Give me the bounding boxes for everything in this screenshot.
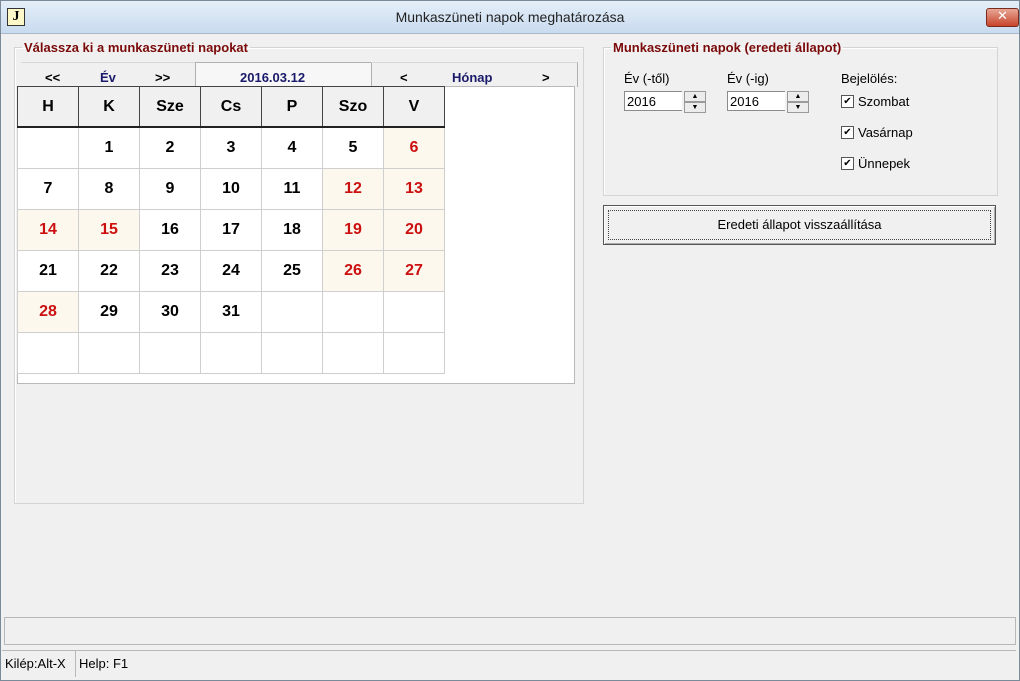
close-button[interactable]: ✕ bbox=[986, 8, 1019, 27]
saturday-check-icon[interactable]: ✔ bbox=[841, 95, 854, 108]
calendar-day-cell[interactable]: 22 bbox=[78, 250, 140, 292]
calendar-day-cell[interactable]: 3 bbox=[200, 126, 262, 169]
calendar-day-cell[interactable]: 7 bbox=[17, 168, 79, 210]
help-shortcut: Help: F1 bbox=[79, 656, 129, 671]
weekday-header: Sze bbox=[139, 86, 201, 128]
calendar-week: 7 8 9 10 11 12 13 bbox=[17, 168, 445, 210]
holidays-label: Ünnepek bbox=[858, 156, 911, 171]
calendar-week: 123456 bbox=[17, 126, 445, 169]
calendar-day-cell[interactable]: 26 bbox=[322, 250, 384, 292]
calendar-day-cell[interactable]: 8 bbox=[78, 168, 140, 210]
calendar-day-cell[interactable]: 27 bbox=[383, 250, 445, 292]
calendar-day-cell[interactable]: 14 bbox=[17, 209, 79, 251]
calendar-day-cell[interactable] bbox=[383, 291, 445, 333]
calendar-day-cell[interactable]: 23 bbox=[139, 250, 201, 292]
calendar-week: 14 15 16 17 18 19 20 bbox=[17, 209, 445, 251]
calendar-day-cell[interactable]: 2 bbox=[139, 126, 201, 169]
calendar-day-cell[interactable]: 4 bbox=[261, 126, 323, 169]
original-state-panel: Munkaszüneti napok (eredeti állapot) bbox=[603, 40, 998, 196]
message-bar bbox=[4, 617, 1016, 645]
marking-label: Bejelölés: bbox=[841, 71, 898, 86]
year-to-down-icon[interactable]: ▼ bbox=[787, 102, 809, 113]
year-from-down-icon[interactable]: ▼ bbox=[684, 102, 706, 113]
calendar-day-cell[interactable]: 24 bbox=[200, 250, 262, 292]
year-to-spinner: ▲ ▼ bbox=[727, 91, 811, 113]
sunday-label: Vasárnap bbox=[858, 125, 913, 140]
calendar-day-cell[interactable]: 9 bbox=[139, 168, 201, 210]
original-state-legend: Munkaszüneti napok (eredeti állapot) bbox=[613, 40, 842, 55]
weekday-header: Szo bbox=[322, 86, 384, 128]
calendar-panel-legend: Válassza ki a munkaszüneti napokat bbox=[24, 40, 248, 55]
calendar-week bbox=[17, 332, 445, 374]
sunday-check-icon[interactable]: ✔ bbox=[841, 126, 854, 139]
calendar-day-cell[interactable]: 12 bbox=[322, 168, 384, 210]
calendar-week: 28 29 30 31 bbox=[17, 291, 445, 333]
exit-shortcut: Kilép:Alt-X bbox=[5, 656, 66, 671]
calendar-day-cell[interactable]: 5 bbox=[322, 126, 384, 169]
calendar-day-cell[interactable]: 17 bbox=[200, 209, 262, 251]
calendar-day-cell[interactable]: 30 bbox=[139, 291, 201, 333]
year-nav-label: Év bbox=[100, 70, 116, 85]
calendar-grid: H K Sze Cs P Szo V 1 2 3 4 5 6 7 8 9 10 11 12 13 14 15 16 17 18… bbox=[17, 86, 445, 374]
calendar-day-cell[interactable]: 11 bbox=[261, 168, 323, 210]
calendar-day-cell[interactable] bbox=[322, 332, 384, 374]
calendar-week: 21 22 23 24 25 26 27 bbox=[17, 250, 445, 292]
calendar-day-cell[interactable] bbox=[261, 291, 323, 333]
year-to-input[interactable] bbox=[727, 91, 785, 111]
calendar-day-cell[interactable] bbox=[78, 332, 140, 374]
calendar-day-cell[interactable]: 21 bbox=[17, 250, 79, 292]
weekday-header: P bbox=[261, 86, 323, 128]
month-nav-label: Hónap bbox=[452, 70, 493, 85]
weekday-header: K bbox=[78, 86, 140, 128]
calendar-day-cell[interactable]: 20 bbox=[383, 209, 445, 251]
title-bar[interactable]: J Munkaszüneti napok meghatározása ✕ bbox=[1, 1, 1019, 34]
year-from-up-icon[interactable]: ▲ bbox=[684, 91, 706, 102]
year-from-input[interactable] bbox=[624, 91, 682, 111]
weekday-header: V bbox=[383, 86, 445, 128]
calendar-day-cell[interactable]: 31 bbox=[200, 291, 262, 333]
calendar-day-cell[interactable]: 28 bbox=[17, 291, 79, 333]
weekday-header: Cs bbox=[200, 86, 262, 128]
current-date: 2016.03.12 bbox=[240, 70, 306, 85]
calendar-day-cell[interactable] bbox=[17, 126, 79, 169]
calendar-day-cell[interactable] bbox=[17, 332, 79, 374]
calendar-day-cell[interactable]: 13 bbox=[383, 168, 445, 210]
weekday-header: H bbox=[17, 86, 79, 128]
status-bar: Kilép:Alt-X Help: F1 bbox=[2, 650, 1016, 677]
current-date-tab: 2016.03.12 bbox=[195, 62, 372, 87]
calendar-day-cell[interactable]: 15 bbox=[78, 209, 140, 251]
restore-original-button[interactable]: Eredeti állapot visszaállítása bbox=[603, 205, 996, 245]
year-to-label: Év (-ig) bbox=[727, 71, 769, 86]
saturday-label: Szombat bbox=[858, 94, 910, 109]
year-from-label: Év (-től) bbox=[624, 71, 670, 86]
calendar-day-cell[interactable]: 16 bbox=[139, 209, 201, 251]
calendar-day-cell[interactable] bbox=[383, 332, 445, 374]
holidays-check-icon[interactable]: ✔ bbox=[841, 157, 854, 170]
calendar-day-cell[interactable]: 18 bbox=[261, 209, 323, 251]
calendar-day-cell[interactable]: 19 bbox=[322, 209, 384, 251]
window-title: Munkaszüneti napok meghatározása bbox=[395, 9, 625, 25]
calendar-day-cell[interactable] bbox=[139, 332, 201, 374]
year-from-spinner: ▲ ▼ bbox=[624, 91, 708, 113]
next-month-button[interactable]: > bbox=[542, 70, 550, 85]
prev-year-button[interactable]: << bbox=[45, 70, 60, 85]
calendar-day-cell[interactable] bbox=[322, 291, 384, 333]
calendar-day-cell[interactable]: 1 bbox=[78, 126, 140, 169]
calendar-day-cell[interactable] bbox=[261, 332, 323, 374]
calendar-day-cell[interactable] bbox=[200, 332, 262, 374]
calendar-day-cell[interactable]: 25 bbox=[261, 250, 323, 292]
calendar-day-cell[interactable]: 29 bbox=[78, 291, 140, 333]
next-year-button[interactable]: >> bbox=[155, 70, 170, 85]
calendar-day-cell[interactable]: 10 bbox=[200, 168, 262, 210]
status-divider bbox=[75, 651, 76, 677]
calendar-day-cell[interactable]: 6 bbox=[383, 126, 445, 169]
year-to-up-icon[interactable]: ▲ bbox=[787, 91, 809, 102]
year-navigator: << Év >> bbox=[21, 62, 195, 87]
prev-month-button[interactable]: < bbox=[400, 70, 408, 85]
month-navigator: < Hónap > bbox=[371, 62, 578, 87]
